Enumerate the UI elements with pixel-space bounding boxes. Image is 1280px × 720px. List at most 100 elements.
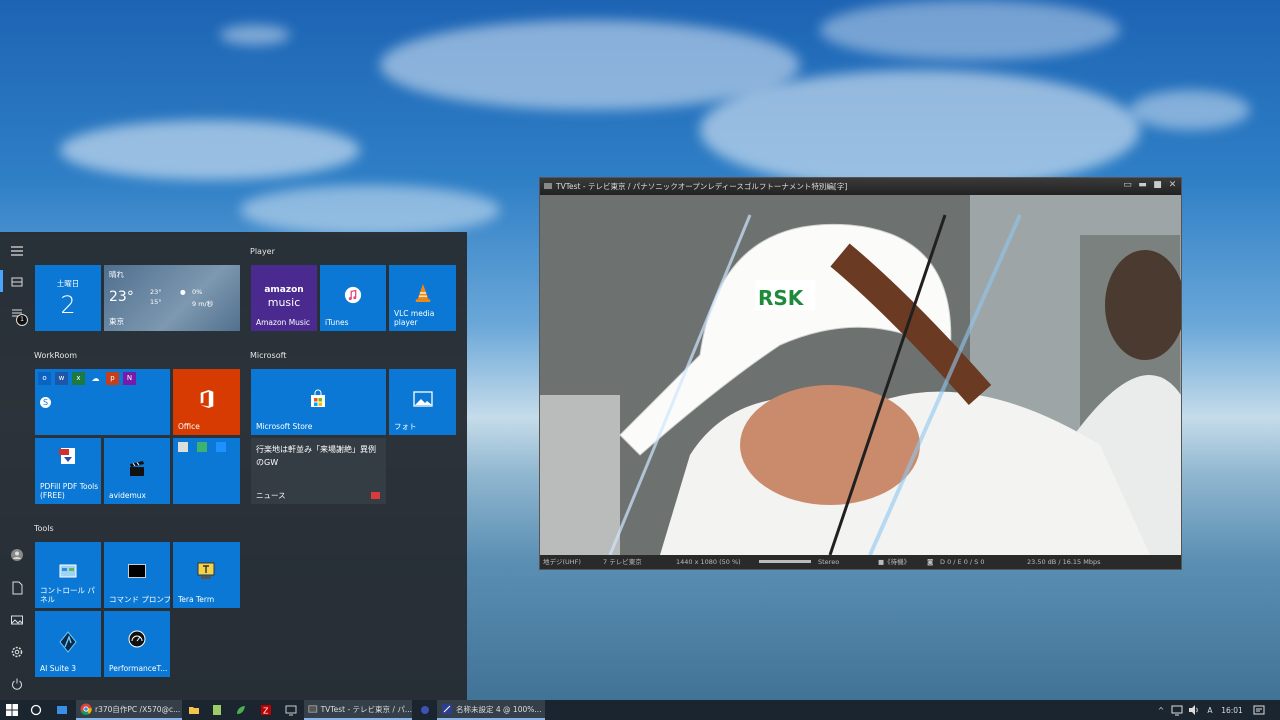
itunes-icon — [343, 285, 363, 305]
taskbar-app-circle[interactable] — [418, 700, 432, 720]
start-menu: 1 Player WorkRoom Microsoft Tools 土曜日 2 … — [0, 232, 467, 700]
excel-icon: x — [72, 372, 85, 385]
cap-logo: RSK — [758, 286, 805, 310]
command-prompt-icon — [128, 564, 146, 578]
utility-app-icons — [178, 442, 226, 452]
office-label: Office — [178, 422, 200, 431]
start-rail: 1 — [0, 232, 33, 700]
ime-indicator[interactable]: A — [1205, 700, 1215, 720]
control-panel-icon — [59, 564, 77, 578]
vlc-tile[interactable]: VLC media player — [389, 265, 456, 331]
powerpoint-icon: p — [106, 372, 119, 385]
tiles-view-icon[interactable] — [0, 268, 33, 296]
tvtest-statusbar: 地デジ(UHF) 7 テレビ東京 1440 x 1080 (50 %) Ster… — [540, 555, 1181, 569]
capture-icon[interactable]: ◙ — [927, 555, 933, 569]
news-headline: 行楽地は軒並み「来場謝絶」異例のGW — [256, 445, 376, 467]
drop-error-status: D 0 / E 0 / S 0 — [940, 558, 985, 566]
group-header-workroom: WorkRoom — [34, 351, 78, 360]
avidemux-label: avidemux — [109, 491, 146, 500]
taskbar-filezilla[interactable]: Z — [259, 700, 273, 720]
tvtest-window[interactable]: TVTest - テレビ東京 / パナソニックオープンレディースゴルフトーナメン… — [539, 177, 1182, 570]
power-icon[interactable] — [0, 670, 33, 698]
group-header-tools: Tools — [34, 524, 54, 533]
tvtest-app-icon — [544, 183, 552, 189]
volume-icon[interactable] — [1188, 700, 1200, 720]
performance-tile[interactable]: PerformanceT... — [104, 611, 170, 677]
volume-bar[interactable] — [759, 560, 811, 563]
outlook-icon: o — [38, 372, 51, 385]
vlc-cone-icon — [413, 282, 433, 304]
office-apps-folder-tile[interactable]: o w x ☁ p N S — [35, 369, 170, 435]
taskbar: r370自作PC /X570@c... Z TVTest - テレビ東京 / パ… — [0, 700, 1280, 720]
hamburger-menu-icon[interactable] — [0, 237, 33, 265]
paint-tab-label: 名称未設定 4 @ 100%... — [456, 704, 542, 714]
microsoft-store-tile[interactable]: Microsoft Store — [251, 369, 386, 435]
app-icon-2 — [197, 442, 207, 452]
ai-suite-label: AI Suite 3 — [40, 664, 77, 673]
weather-tile[interactable]: 晴れ 23° 23° 15° ● 0% 9 m/秒 東京 — [104, 265, 240, 331]
taskbar-notepad[interactable] — [210, 700, 224, 720]
weather-condition: 晴れ — [109, 270, 124, 279]
skype-icon: S — [40, 397, 51, 408]
command-prompt-tile[interactable]: コマンド プロンプト — [104, 542, 170, 608]
settings-gear-icon[interactable] — [0, 638, 33, 666]
amazon-music-tile[interactable]: amazon music Amazon Music — [251, 265, 317, 331]
taskbar-app-green[interactable] — [234, 700, 248, 720]
minimize-icon[interactable]: ▬ — [1138, 181, 1147, 190]
taskbar-explorer[interactable] — [187, 700, 201, 720]
leaf-icon — [237, 706, 245, 714]
music-logo-text: music — [267, 296, 301, 309]
all-apps-icon[interactable]: 1 — [0, 300, 33, 328]
utilities-folder-tile[interactable] — [173, 438, 240, 504]
task-view-icon — [57, 706, 67, 714]
tera-term-tile[interactable]: Tera Term — [173, 542, 240, 608]
microsoft-store-label: Microsoft Store — [256, 422, 313, 431]
network-icon[interactable] — [1171, 700, 1183, 720]
notification-badge: 1 — [16, 314, 28, 326]
ai-suite-tile[interactable]: AI Suite 3 — [35, 611, 101, 677]
onenote-icon: N — [123, 372, 136, 385]
record-status[interactable]: ■《待機》 — [878, 555, 910, 569]
window-controls: ▭ ▬ ■ ✕ — [1123, 181, 1177, 190]
channel-status: 7 テレビ東京 — [603, 558, 642, 566]
amazon-music-label: Amazon Music — [256, 318, 311, 327]
photos-label: フォト — [394, 422, 417, 431]
task-view-button[interactable] — [55, 700, 69, 720]
pdfill-tile[interactable]: PDFill PDF Tools (FREE) — [35, 438, 101, 504]
control-panel-label: コントロール パネル — [40, 586, 95, 604]
group-header-microsoft: Microsoft — [250, 351, 287, 360]
photos-tile[interactable]: フォト — [389, 369, 456, 435]
clock[interactable]: 16:01 — [1221, 700, 1243, 720]
start-button[interactable] — [4, 700, 20, 720]
chrome-tab-label: r370自作PC /X570@c... — [95, 704, 181, 714]
video-frame[interactable]: RSK — [540, 195, 1181, 555]
news-tile[interactable]: 行楽地は軒並み「来場謝絶」異例のGW ニュース — [251, 438, 386, 504]
avidemux-tile[interactable]: avidemux — [104, 438, 170, 504]
taskbar-monitor-app[interactable] — [284, 700, 298, 720]
tvtest-tab-label: TVTest - テレビ東京 / パ... — [320, 704, 412, 714]
office-app-icons: o w x ☁ p N — [38, 372, 136, 385]
calendar-day: 2 — [60, 291, 76, 319]
filezilla-icon: Z — [261, 705, 271, 716]
control-panel-tile[interactable]: コントロール パネル — [35, 542, 101, 608]
cortana-button[interactable] — [29, 700, 43, 720]
tvtest-titlebar[interactable]: TVTest - テレビ東京 / パナソニックオープンレディースゴルフトーナメン… — [540, 178, 1181, 195]
taskbar-paint[interactable]: 名称未設定 4 @ 100%... — [437, 700, 545, 720]
taskbar-chrome[interactable]: r370自作PC /X570@c... — [76, 700, 182, 720]
action-center-icon[interactable] — [1252, 700, 1266, 720]
fullscreen-icon[interactable]: ▭ — [1123, 181, 1132, 190]
itunes-tile[interactable]: iTunes — [320, 265, 386, 331]
tray-overflow-chevron-up-icon[interactable]: ^ — [1156, 700, 1166, 720]
close-icon[interactable]: ✕ — [1168, 181, 1177, 190]
calendar-tile[interactable]: 土曜日 2 — [35, 265, 101, 331]
pictures-icon[interactable] — [0, 606, 33, 634]
office-tile[interactable]: Office — [173, 369, 240, 435]
photos-icon — [413, 391, 433, 407]
tvtest-icon — [308, 705, 318, 713]
group-header-player: Player — [250, 247, 275, 256]
documents-icon[interactable] — [0, 574, 33, 602]
maximize-icon[interactable]: ■ — [1153, 181, 1162, 190]
user-icon[interactable] — [0, 541, 33, 569]
tera-term-label: Tera Term — [178, 595, 215, 604]
taskbar-tvtest[interactable]: TVTest - テレビ東京 / パ... — [304, 700, 412, 720]
